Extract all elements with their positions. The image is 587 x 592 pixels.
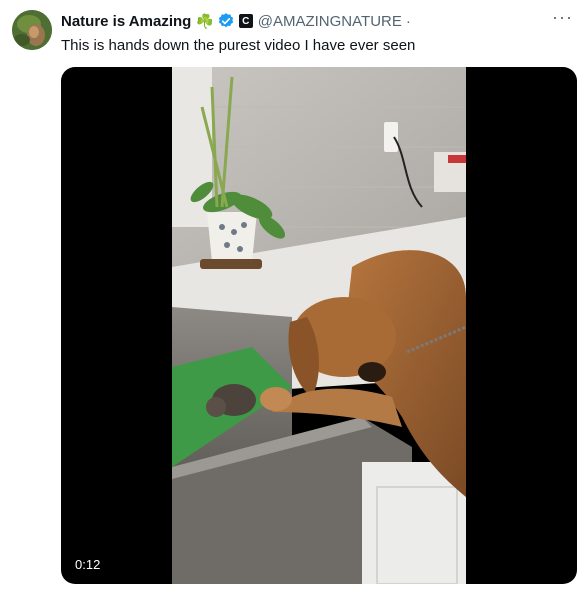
video-duration: 0:12 [69,555,107,574]
separator-dot: · [405,12,411,30]
verified-badge-icon [217,12,235,30]
more-options-icon[interactable]: ··· [552,8,573,26]
video-player[interactable]: 0:12 [61,67,577,584]
tweet-text: This is hands down the purest video I ha… [61,37,416,54]
author-name[interactable]: Nature is Amazing [61,13,191,30]
author-handle[interactable]: @AMAZINGNATURE [258,13,402,30]
clover-emoji: ☘️ [196,12,214,29]
video-frame [172,67,466,584]
author-avatar[interactable] [12,10,52,50]
affiliate-badge-icon: C [238,14,253,28]
tweet-header: Nature is Amazing ☘️ C @AMAZINGNATURE · [61,10,575,32]
